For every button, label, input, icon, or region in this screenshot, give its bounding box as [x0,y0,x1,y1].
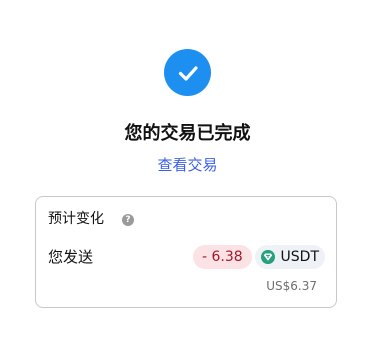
token-badge[interactable]: USDT [255,245,325,269]
estimated-change-card: 预计变化 ? 您发送 - 6.38 USDT US$6.37 [35,196,337,308]
view-transaction-link[interactable]: 查看交易 [0,154,375,176]
token-symbol: USDT [280,249,319,265]
page-title: 您的交易已完成 [124,123,251,144]
send-label: 您发送 [48,248,94,266]
check-circle-icon [164,49,211,96]
usd-value: US$6.37 [266,279,317,293]
check-icon [178,65,198,81]
estimated-change-label: 预计变化 [48,211,104,227]
tether-icon [261,250,275,264]
amount-badge: - 6.38 [193,245,252,269]
question-icon[interactable]: ? [122,214,134,226]
